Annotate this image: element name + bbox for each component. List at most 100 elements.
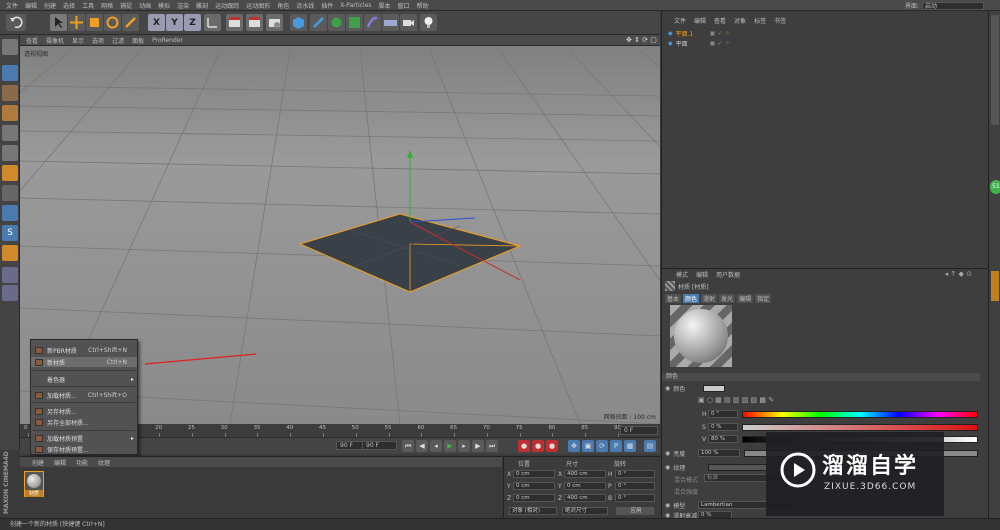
camera-icon[interactable] bbox=[400, 14, 417, 31]
menu-item-13[interactable]: 角色 bbox=[277, 1, 289, 10]
scale-icon[interactable] bbox=[86, 14, 103, 31]
color-picker-modes[interactable]: ▣ ○ ▦ ▤ ▥ ▨ ▧ ▩ ✎ bbox=[698, 395, 774, 404]
edges-mode-icon[interactable] bbox=[2, 145, 18, 161]
subtab-basic[interactable]: 基本 bbox=[665, 294, 682, 303]
prev-frame-icon[interactable]: ◂ bbox=[430, 440, 442, 452]
s-field[interactable]: 0 % bbox=[708, 423, 738, 431]
subtab-color[interactable]: 颜色 bbox=[683, 294, 700, 303]
menu-item-10[interactable]: 雕刻 bbox=[196, 1, 208, 10]
subtab-editor[interactable]: 编辑 bbox=[737, 294, 754, 303]
material-menu-texture[interactable]: 纹理 bbox=[98, 458, 110, 467]
pen-spline-icon[interactable] bbox=[310, 14, 327, 31]
start-frame-field[interactable]: 90 F bbox=[362, 441, 397, 450]
tweak-icon[interactable] bbox=[2, 205, 18, 221]
size-y-field[interactable]: 0 cm bbox=[564, 482, 606, 490]
saturation-slider[interactable] bbox=[742, 424, 978, 431]
attr-menu-userdata[interactable]: 用户数据 bbox=[716, 270, 740, 279]
param-radio-icon[interactable]: ◉ bbox=[665, 464, 670, 471]
attr-menu-edit[interactable]: 编辑 bbox=[696, 270, 708, 279]
points-mode-icon[interactable] bbox=[2, 125, 18, 141]
menu-item-0[interactable]: 文件 bbox=[6, 1, 18, 10]
menu-item-new-material[interactable]: 新材质 Ctrl+N bbox=[31, 357, 137, 367]
menu-item-11[interactable]: 运动跟踪 bbox=[215, 1, 239, 10]
timeline-window-icon[interactable]: ▤ bbox=[644, 440, 656, 452]
pos-y-field[interactable]: 0 cm bbox=[513, 482, 555, 490]
material-tag-icon[interactable]: ⁘ bbox=[725, 40, 730, 47]
object-menu-file[interactable]: 文件 bbox=[674, 16, 686, 25]
locked-workplane-icon[interactable] bbox=[2, 245, 18, 261]
prev-key-icon[interactable]: ◀ bbox=[416, 440, 428, 452]
viewport-menu-panel[interactable]: 面板 bbox=[132, 36, 144, 45]
size-x-field[interactable]: 400 cm bbox=[564, 470, 606, 478]
end-frame-field[interactable]: 0 F bbox=[620, 426, 658, 435]
menu-item-12[interactable]: 运动图形 bbox=[246, 1, 270, 10]
material-preview[interactable] bbox=[670, 305, 732, 367]
size-mode-select[interactable]: 绝对尺寸 bbox=[562, 507, 608, 515]
side-tab[interactable] bbox=[991, 15, 999, 125]
menu-item-17[interactable]: 脚本 bbox=[379, 1, 391, 10]
select-arrow-icon[interactable] bbox=[50, 14, 67, 31]
object-menu-bookmarks[interactable]: 书签 bbox=[774, 16, 786, 25]
material-tag-icon[interactable]: ⁘ bbox=[725, 30, 730, 37]
menu-item-load-material[interactable]: 加载材质... Ctrl+Shift+O bbox=[31, 390, 137, 400]
pos-x-field[interactable]: 0 cm bbox=[513, 470, 555, 478]
brightness-field[interactable]: 100 % bbox=[698, 449, 740, 457]
rot-p-field[interactable]: 0 ° bbox=[615, 482, 655, 490]
menu-item-9[interactable]: 渲染 bbox=[177, 1, 189, 10]
floor-icon[interactable] bbox=[382, 14, 399, 31]
menu-item-3[interactable]: 选择 bbox=[63, 1, 75, 10]
key-scale-icon[interactable]: ▣ bbox=[582, 440, 594, 452]
model-mode-icon[interactable] bbox=[2, 65, 18, 81]
next-frame-icon[interactable]: ▸ bbox=[458, 440, 470, 452]
menu-item-save-preset[interactable]: 保存材质预置... bbox=[31, 444, 137, 454]
key-param-icon[interactable]: P bbox=[610, 440, 622, 452]
make-editable-icon[interactable] bbox=[2, 39, 18, 55]
object-row[interactable]: ◆ 平面.1 ▣ ✓ ⁘ bbox=[668, 29, 730, 38]
menu-item-8[interactable]: 模拟 bbox=[158, 1, 170, 10]
object-menu-tags[interactable]: 标签 bbox=[754, 16, 766, 25]
viewport-menu-camera[interactable]: 摄像机 bbox=[46, 36, 64, 45]
menu-item-new-pbr-material[interactable]: 新PBR材质 Ctrl+Shift+N bbox=[31, 345, 137, 355]
planar-workplane-icon[interactable] bbox=[2, 285, 18, 301]
viewport-menu-options[interactable]: 选项 bbox=[92, 36, 104, 45]
menu-item-14[interactable]: 流水线 bbox=[296, 1, 314, 10]
apply-button[interactable]: 应用 bbox=[616, 507, 654, 515]
axis-x-lock[interactable]: X bbox=[148, 14, 165, 31]
menu-item-load-preset[interactable]: 加载材质预置 ▸ bbox=[31, 433, 137, 443]
v-field[interactable]: 80 % bbox=[708, 435, 738, 443]
object-row[interactable]: ◆ 平面 ▣ ✓ ⁘ bbox=[668, 39, 730, 48]
material-menu-create[interactable]: 创建 bbox=[32, 458, 44, 467]
subdivision-icon[interactable] bbox=[328, 14, 345, 31]
render-view-icon[interactable] bbox=[226, 14, 243, 31]
key-pla-icon[interactable]: ▦ bbox=[624, 440, 636, 452]
axis-y-lock[interactable]: Y bbox=[166, 14, 183, 31]
cube-icon[interactable] bbox=[290, 14, 307, 31]
menu-item-6[interactable]: 捕捉 bbox=[120, 1, 132, 10]
next-key-icon[interactable]: ▶ bbox=[472, 440, 484, 452]
viewport-nav-icons[interactable]: ✥ ⇕ ⟳ ▢ bbox=[626, 36, 658, 45]
menu-item-shader[interactable]: 着色器 ▸ bbox=[31, 374, 137, 384]
menu-item-5[interactable]: 网格 bbox=[101, 1, 113, 10]
menu-item-19[interactable]: 帮助 bbox=[417, 1, 429, 10]
object-menu-edit[interactable]: 编辑 bbox=[694, 16, 706, 25]
grid-icon[interactable] bbox=[2, 267, 18, 283]
material-menu-edit[interactable]: 编辑 bbox=[54, 458, 66, 467]
menu-item-18[interactable]: 窗口 bbox=[398, 1, 410, 10]
menu-item-15[interactable]: 插件 bbox=[321, 1, 333, 10]
render-to-picture-viewer-icon[interactable] bbox=[246, 14, 263, 31]
subtab-luminance[interactable]: 发光 bbox=[719, 294, 736, 303]
key-position-icon[interactable]: ✥ bbox=[568, 440, 580, 452]
snap-icon[interactable]: S bbox=[2, 225, 18, 241]
undo-icon[interactable] bbox=[6, 14, 26, 31]
render-settings-icon[interactable] bbox=[266, 14, 283, 31]
param-radio-icon[interactable]: ◉ bbox=[665, 385, 670, 392]
play-icon[interactable]: ▶ bbox=[444, 440, 456, 452]
param-radio-icon[interactable]: ◉ bbox=[665, 502, 670, 509]
color-swatch[interactable] bbox=[703, 385, 726, 392]
menu-item-7[interactable]: 动画 bbox=[139, 1, 151, 10]
array-icon[interactable] bbox=[346, 14, 363, 31]
rotate-icon[interactable] bbox=[104, 14, 121, 31]
menu-item-2[interactable]: 创建 bbox=[44, 1, 56, 10]
menu-item-save-material[interactable]: 另存材质... bbox=[31, 406, 137, 416]
object-menu-object[interactable]: 对象 bbox=[734, 16, 746, 25]
